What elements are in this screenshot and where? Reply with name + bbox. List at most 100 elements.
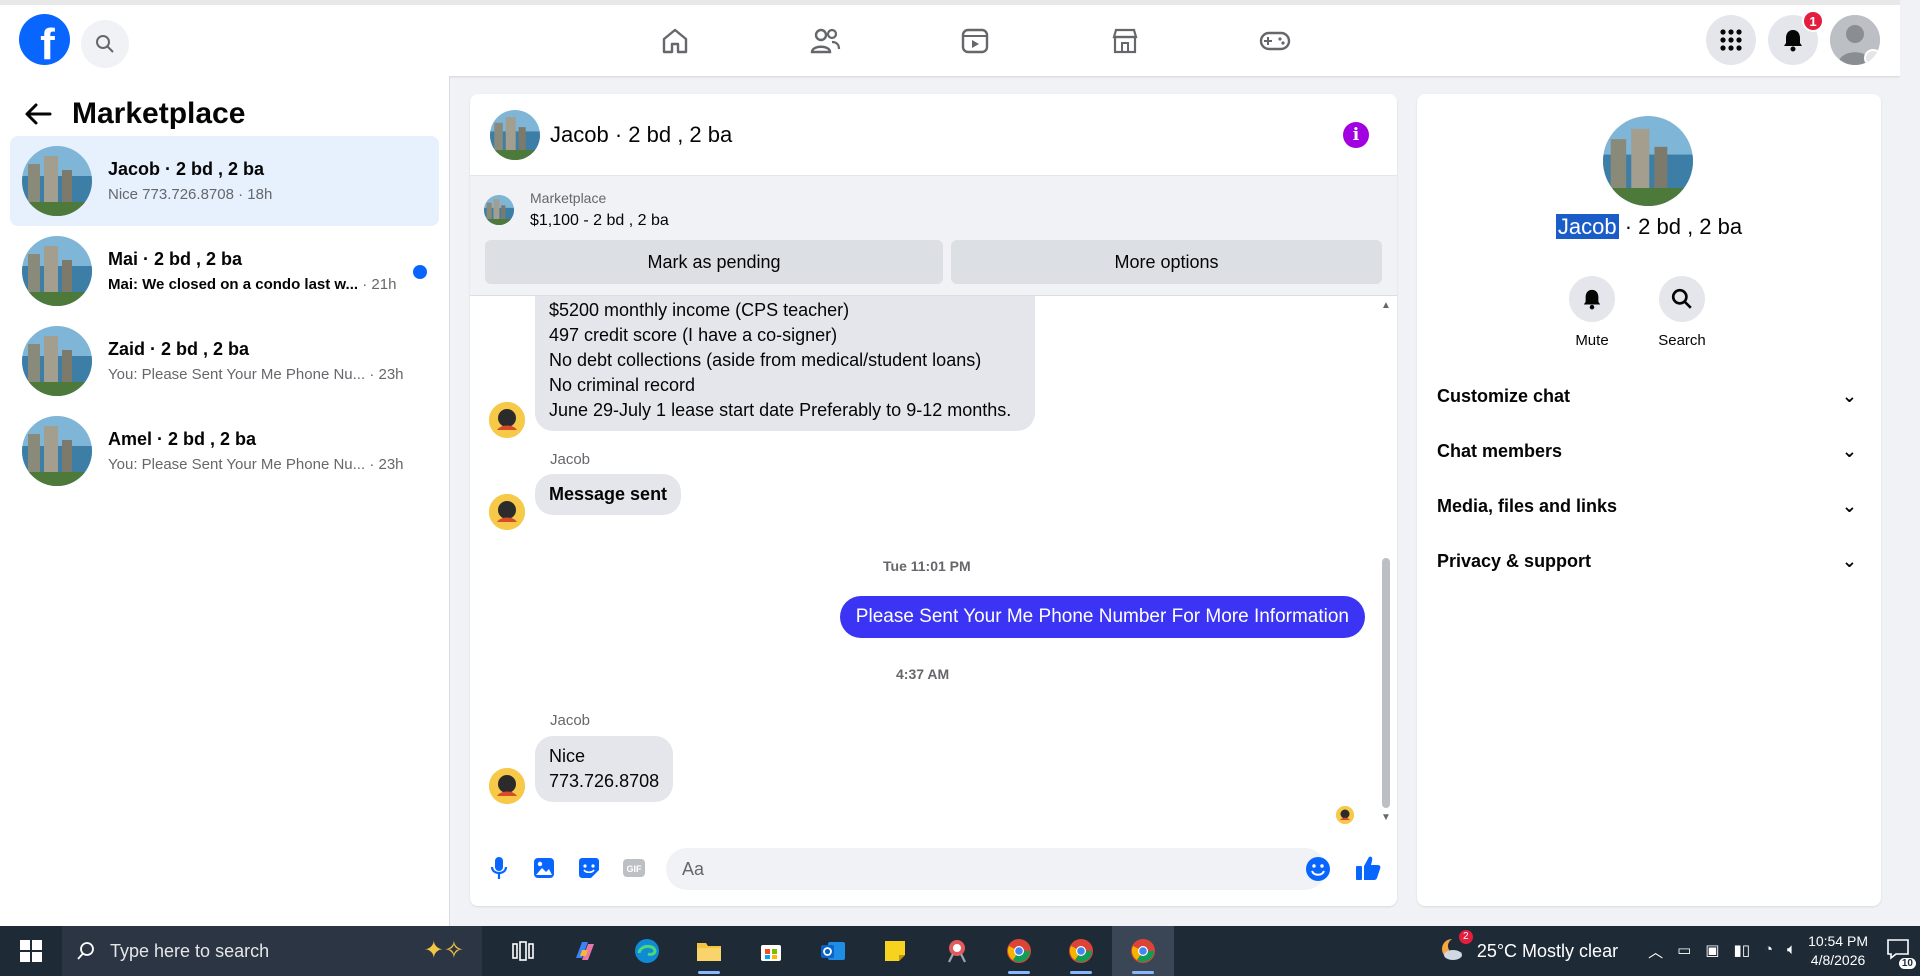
nav-home[interactable] <box>600 5 750 76</box>
unread-indicator <box>413 265 427 279</box>
chrome-app-1[interactable] <box>988 926 1050 976</box>
menu-button[interactable] <box>1706 15 1756 65</box>
conversation-item[interactable]: Jacob · 2 bd , 2 ba Nice 773.726.8708 · 1… <box>10 136 439 226</box>
thumbs-up-icon <box>1356 856 1381 880</box>
system-clock[interactable]: 10:54 PM 4/8/2026 <box>1808 932 1868 970</box>
chevron-down-icon: ⌄ <box>1841 550 1857 571</box>
voice-clip-button[interactable] <box>484 853 514 883</box>
taskbar-search-placeholder: Type here to search <box>110 940 270 961</box>
page-scrollbar[interactable] <box>1900 0 1920 926</box>
sender-avatar[interactable] <box>489 768 525 804</box>
svg-text:GIF: GIF <box>627 864 643 874</box>
camera-icon[interactable]: ▭ <box>1677 941 1691 962</box>
wifi-icon[interactable]: ◔ <box>1764 941 1773 962</box>
more-options-button[interactable]: More options <box>951 240 1382 284</box>
conversation-avatar[interactable] <box>1603 116 1693 206</box>
chevron-down-icon: ⌄ <box>1841 495 1857 516</box>
battery-icon[interactable]: ▮▯ <box>1733 941 1750 962</box>
marketplace-listing-bar: Marketplace $1,100 - 2 bd , 2 ba Mark as… <box>470 176 1397 296</box>
like-button[interactable] <box>1354 854 1382 887</box>
sticker-button[interactable] <box>574 853 604 883</box>
speaker-icon[interactable]: 🔈︎ <box>1787 941 1796 962</box>
home-icon <box>662 28 688 53</box>
conversation-item[interactable]: Amel · 2 bd , 2 ba You: Please Sent Your … <box>10 406 439 496</box>
nav-marketplace[interactable] <box>1050 5 1200 76</box>
message-input[interactable] <box>666 848 1326 890</box>
windows-taskbar: Type here to search ✦✧ 2 25°C Mostly cle… <box>0 926 1920 976</box>
message-text: Message sent <box>549 484 668 504</box>
sender-avatar[interactable] <box>489 402 525 438</box>
mark-pending-button[interactable]: Mark as pending <box>485 240 943 284</box>
chevron-up-icon[interactable]: ︿ <box>1648 941 1663 962</box>
file-explorer-app[interactable] <box>678 926 740 976</box>
profile-avatar[interactable]: ⌄ <box>1830 15 1880 65</box>
section-label: Chat members <box>1437 440 1563 461</box>
conversation-thumbnail <box>22 416 92 486</box>
privacy-support-section[interactable]: Privacy & support ⌄ <box>1437 541 1861 581</box>
taskbar-search[interactable]: Type here to search ✦✧ <box>62 926 482 976</box>
weather-widget[interactable]: 2 25°C Mostly clear <box>1439 929 1618 967</box>
display-icon[interactable]: ▣ <box>1705 941 1719 962</box>
conversation-item[interactable]: Zaid · 2 bd , 2 ba You: Please Sent Your … <box>10 316 439 406</box>
scrollbar-thumb[interactable] <box>1382 558 1390 808</box>
chat-members-section[interactable]: Chat members ⌄ <box>1437 431 1861 471</box>
preview-text: You: Please Sent Your Me Phone Nu... <box>108 366 366 383</box>
outlook-app[interactable] <box>802 926 864 976</box>
scroll-up-arrow-icon[interactable]: ▲ <box>1381 300 1391 311</box>
outgoing-message-bubble[interactable]: Please Sent Your Me Phone Number For Mor… <box>839 596 1365 638</box>
conversation-preview: Nice 773.726.8708 · 18h <box>108 186 428 203</box>
back-arrow-icon[interactable] <box>24 102 52 126</box>
mute-button[interactable]: Mute <box>1567 276 1617 349</box>
chrome-app-3[interactable] <box>1112 926 1174 976</box>
conversation-info-button[interactable]: i <box>1343 122 1369 148</box>
bell-icon <box>1784 30 1802 52</box>
scroll-down-arrow-icon[interactable]: ▼ <box>1381 812 1391 823</box>
gif-button[interactable]: GIF <box>619 853 649 883</box>
notifications-button[interactable]: 1 <box>1768 10 1824 65</box>
nav-gaming[interactable] <box>1200 5 1350 76</box>
message-line: 773.726.8708 <box>549 771 660 791</box>
conversation-item[interactable]: Mai · 2 bd , 2 ba Mai: We closed on a con… <box>10 226 439 316</box>
conversation-name-rest: · 2 bd , 2 ba <box>1618 214 1743 239</box>
search-icon <box>96 35 114 53</box>
listing-price[interactable]: $1,100 - 2 bd , 2 ba <box>530 212 669 230</box>
nav-friends[interactable] <box>750 5 900 76</box>
edge-app[interactable] <box>616 926 678 976</box>
listing-thumbnail[interactable] <box>484 195 514 225</box>
conversation-name: Amel · 2 bd , 2 ba <box>108 429 257 449</box>
video-icon <box>961 28 989 53</box>
conversation-thumbnail <box>22 236 92 306</box>
sticky-notes-app[interactable] <box>864 926 926 976</box>
search-button[interactable] <box>81 20 129 68</box>
conversation-name: Mai · 2 bd , 2 ba <box>108 249 243 269</box>
chrome-app-2[interactable] <box>1050 926 1112 976</box>
attach-photo-button[interactable] <box>529 853 559 883</box>
start-button[interactable] <box>0 926 62 976</box>
emoji-button[interactable] <box>1305 856 1331 887</box>
message-scrollbar[interactable]: ▲ ▼ <box>1381 296 1391 826</box>
snipping-tool-app[interactable] <box>926 926 988 976</box>
grid-menu-icon <box>1720 29 1742 51</box>
smiley-icon <box>1306 857 1330 881</box>
facebook-logo[interactable]: f <box>19 14 70 69</box>
task-view-button[interactable] <box>492 926 554 976</box>
nav-video[interactable] <box>900 5 1050 76</box>
conversation-name: Zaid · 2 bd , 2 ba <box>108 339 250 359</box>
search-conversation-button[interactable]: Search <box>1657 276 1707 349</box>
chat-avatar[interactable] <box>490 109 540 160</box>
incoming-message-bubble[interactable]: Message sent <box>535 474 682 515</box>
sender-avatar[interactable] <box>489 494 525 530</box>
section-label: Media, files and links <box>1437 495 1618 516</box>
store-app[interactable] <box>740 926 802 976</box>
conversation-info-panel: Jacob · 2 bd , 2 ba Mute Search Customiz… <box>1417 94 1881 906</box>
customize-chat-section[interactable]: Customize chat ⌄ <box>1437 376 1861 416</box>
search-icon <box>77 942 94 960</box>
incoming-message-bubble[interactable]: Nice 773.726.8708 <box>535 736 674 802</box>
notification-center-button[interactable]: 10 <box>1886 938 1916 969</box>
copilot-app[interactable] <box>554 926 616 976</box>
search-icon <box>1671 288 1692 309</box>
conversation-preview: You: Please Sent Your Me Phone Nu... · 2… <box>108 456 428 473</box>
incoming-message-bubble[interactable]: $5200 monthly income (CPS teacher) 497 c… <box>535 296 1035 431</box>
listing-photo-icon <box>22 326 92 396</box>
media-files-links-section[interactable]: Media, files and links ⌄ <box>1437 486 1861 526</box>
